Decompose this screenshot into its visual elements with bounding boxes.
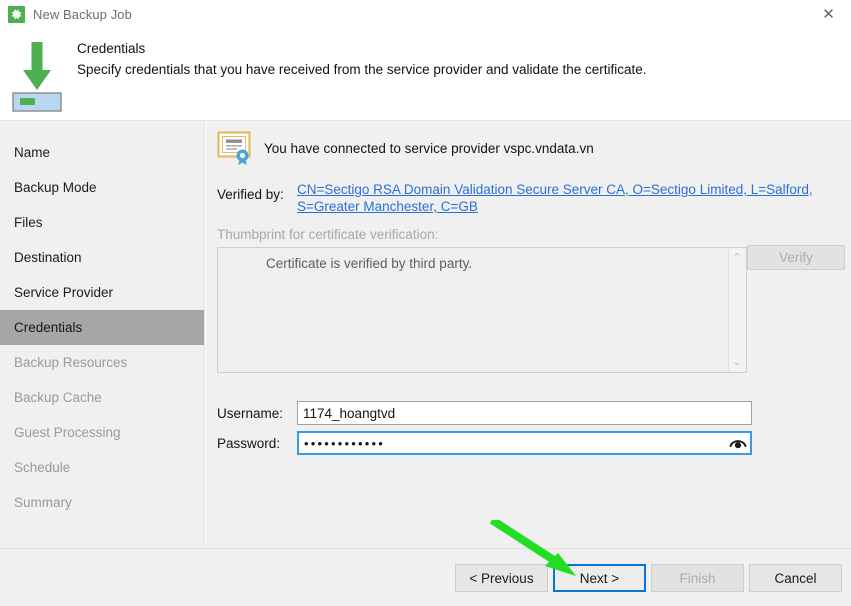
dialog-header: Credentials Specify credentials that you…: [0, 28, 851, 121]
verify-button[interactable]: Verify: [747, 245, 845, 270]
sidebar-item-guest-processing[interactable]: Guest Processing: [0, 415, 204, 450]
window-title: New Backup Job: [33, 7, 132, 22]
finish-button[interactable]: Finish: [651, 564, 744, 592]
wizard-sidebar: Name Backup Mode Files Destination Servi…: [0, 121, 205, 548]
username-input[interactable]: [297, 401, 752, 425]
sidebar-item-service-provider[interactable]: Service Provider: [0, 275, 204, 310]
next-button[interactable]: Next >: [553, 564, 646, 592]
password-wrapper: [297, 431, 752, 455]
sidebar-item-label: Backup Cache: [14, 390, 102, 405]
cancel-button[interactable]: Cancel: [749, 564, 842, 592]
password-label: Password:: [217, 436, 297, 451]
thumbprint-scrollbar[interactable]: ⌃ ⌄: [728, 249, 745, 371]
sidebar-item-label: Backup Resources: [14, 355, 127, 370]
sidebar-item-label: Summary: [14, 495, 72, 510]
chevron-up-icon[interactable]: ⌃: [732, 253, 741, 263]
sidebar-item-files[interactable]: Files: [0, 205, 204, 240]
page-title: Credentials: [77, 41, 145, 56]
username-row: Username:: [217, 401, 842, 425]
password-row: Password:: [217, 431, 842, 455]
backup-download-icon: [9, 34, 65, 112]
sidebar-item-label: Files: [14, 215, 43, 230]
chevron-down-icon[interactable]: ⌄: [732, 357, 741, 367]
certificate-subject-link[interactable]: CN=Sectigo RSA Domain Validation Secure …: [297, 181, 820, 215]
connection-message: You have connected to service provider v…: [264, 141, 594, 156]
verified-by-label: Verified by:: [217, 181, 297, 202]
previous-button[interactable]: < Previous: [455, 564, 548, 592]
sidebar-item-label: Destination: [14, 250, 82, 265]
username-label: Username:: [217, 406, 297, 421]
password-input[interactable]: [297, 431, 752, 455]
sidebar-item-label: Backup Mode: [14, 180, 97, 195]
page-subtitle: Specify credentials that you have receiv…: [77, 62, 647, 77]
sidebar-item-summary[interactable]: Summary: [0, 485, 204, 520]
thumbprint-textarea[interactable]: Certificate is verified by third party. …: [217, 247, 747, 373]
thumbprint-value: Certificate is verified by third party.: [218, 248, 728, 372]
verified-by-row: Verified by: CN=Sectigo RSA Domain Valid…: [217, 181, 837, 215]
sidebar-item-label: Name: [14, 145, 50, 160]
sidebar-item-label: Schedule: [14, 460, 70, 475]
credentials-panel: You have connected to service provider v…: [206, 121, 851, 548]
sidebar-item-name[interactable]: Name: [0, 135, 204, 170]
connection-banner: You have connected to service provider v…: [217, 130, 594, 166]
new-backup-job-dialog: New Backup Job ✕ Credentials Specify cre…: [0, 0, 851, 606]
close-icon[interactable]: ✕: [806, 0, 851, 28]
sidebar-item-label: Guest Processing: [14, 425, 121, 440]
title-bar: New Backup Job ✕: [0, 0, 851, 28]
certificate-icon: [217, 130, 255, 166]
sidebar-item-label: Credentials: [14, 320, 82, 335]
dialog-footer: < Previous Next > Finish Cancel: [0, 549, 851, 606]
sidebar-item-backup-resources[interactable]: Backup Resources: [0, 345, 204, 380]
thumbprint-label: Thumbprint for certificate verification:: [217, 227, 438, 242]
sidebar-item-label: Service Provider: [14, 285, 113, 300]
gear-icon: [8, 6, 25, 23]
sidebar-item-backup-cache[interactable]: Backup Cache: [0, 380, 204, 415]
sidebar-item-credentials[interactable]: Credentials: [0, 310, 204, 345]
eye-icon[interactable]: [728, 434, 748, 452]
sidebar-item-schedule[interactable]: Schedule: [0, 450, 204, 485]
sidebar-item-destination[interactable]: Destination: [0, 240, 204, 275]
sidebar-item-backup-mode[interactable]: Backup Mode: [0, 170, 204, 205]
